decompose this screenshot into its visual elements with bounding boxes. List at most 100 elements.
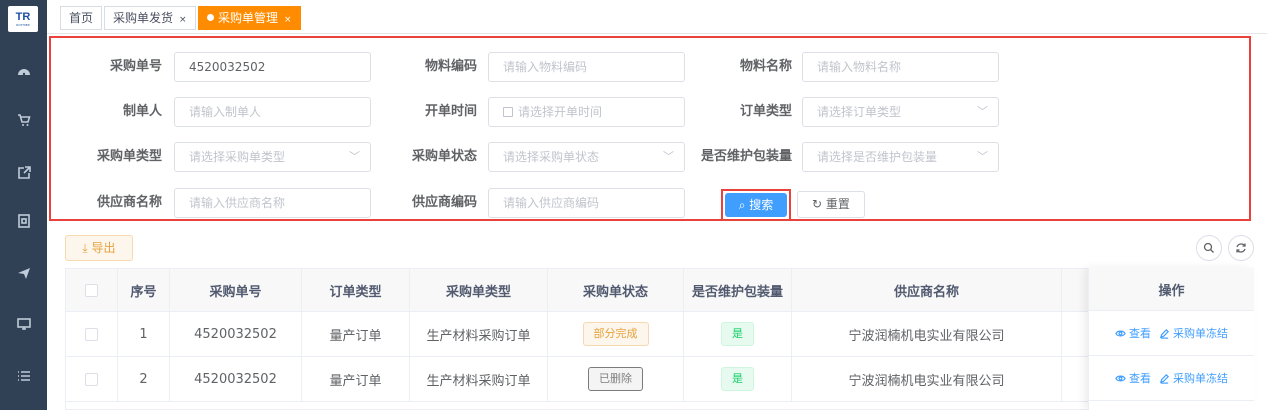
supplier-code-input[interactable]: 请输入供应商编码 <box>488 188 685 218</box>
maintain-badge: 是 <box>721 367 754 391</box>
col-po-no: 采购单号 <box>170 269 302 311</box>
reset-label: 重置 <box>825 197 850 211</box>
logo-text: TR <box>15 10 31 23</box>
po-status-label: 采购单状态 <box>411 149 477 164</box>
row-checkbox[interactable] <box>85 372 98 386</box>
search-button[interactable]: ⌕ 搜索 <box>725 193 787 217</box>
row-operations: 查看 采购单冻结 <box>1089 356 1254 401</box>
order-type-select[interactable]: 请选择订单类型 ﹀ <box>802 97 999 127</box>
cell-index: 1 <box>118 312 170 356</box>
row-operations: 查看 采购单冻结 <box>1089 311 1254 356</box>
cell-po-type: 生产材料采购订单 <box>410 312 548 356</box>
tab-po-management[interactable]: 采购单管理 × <box>198 6 301 30</box>
row-select-cell <box>66 357 118 401</box>
list-icon[interactable] <box>0 366 47 386</box>
view-link[interactable]: 查看 <box>1115 325 1151 341</box>
maintain-pack-placeholder: 请选择是否维护包装量 <box>817 150 938 164</box>
maintain-pack-label: 是否维护包装量 <box>700 149 792 164</box>
row-checkbox[interactable] <box>85 327 98 341</box>
cell-maintain: 是 <box>684 312 792 356</box>
cell-status: 部分完成 <box>548 312 684 356</box>
close-icon[interactable]: × <box>179 15 187 25</box>
col-po-type: 采购单类型 <box>410 269 548 311</box>
freeze-link[interactable]: 采购单冻结 <box>1159 325 1228 341</box>
tab-label: 采购单管理 <box>218 11 279 25</box>
open-time-placeholder: 请选择开单时间 <box>518 105 603 119</box>
po-type-placeholder: 请选择采购单类型 <box>189 150 286 164</box>
col-supplier-name: 供应商名称 <box>792 269 1062 311</box>
search-icon <box>1203 242 1214 253</box>
calendar-icon <box>503 106 513 117</box>
cell-po-no: 4520032502 <box>170 357 302 401</box>
logo-subtext: ROTHIER <box>16 22 30 27</box>
chevron-down-icon: ﹀ <box>977 105 988 118</box>
select-all-cell <box>66 269 118 311</box>
tab-bar: 首页 采购单发货 × 采购单管理 × <box>47 0 1267 34</box>
cell-supplier-name: 宁波润楠机电实业有限公司 <box>792 312 1062 356</box>
material-name-input[interactable]: 请输入物料名称 <box>802 52 999 82</box>
cell-order-type: 量产订单 <box>302 357 410 401</box>
tab-label: 首页 <box>69 11 94 25</box>
cell-status: 已删除 <box>548 357 684 401</box>
material-name-label: 物料名称 <box>739 59 792 74</box>
export-label: 导出 <box>91 241 116 255</box>
close-icon[interactable]: × <box>284 15 292 25</box>
supplier-name-label: 供应商名称 <box>96 195 162 210</box>
table-header: 序号 采购单号 订单类型 采购单类型 采购单状态 是否维护包装量 供应商名称 供… <box>66 269 1253 312</box>
select-all-checkbox[interactable] <box>85 283 98 297</box>
monitor-icon[interactable] <box>0 314 47 334</box>
eye-icon <box>1115 330 1126 336</box>
active-dot <box>207 14 214 21</box>
col-status: 采购单状态 <box>548 269 684 311</box>
col-operations: 操作 <box>1089 268 1254 311</box>
po-table: 序号 采购单号 订单类型 采购单类型 采购单状态 是否维护包装量 供应商名称 供… <box>65 268 1254 410</box>
po-type-label: 采购单类型 <box>96 149 162 164</box>
edit-icon <box>1159 373 1170 384</box>
search-label: 搜索 <box>749 198 774 212</box>
cell-po-no: 4520032502 <box>170 312 302 356</box>
download-icon: ⤓ <box>82 241 92 255</box>
view-label: 查看 <box>1129 327 1151 340</box>
status-badge: 已删除 <box>588 367 643 391</box>
table-row: 2 4520032502 量产订单 生产材料采购订单 已删除 是 宁波润楠机电实… <box>66 357 1253 402</box>
toggle-search-button[interactable] <box>1196 235 1222 261</box>
export-button[interactable]: ⤓ 导出 <box>65 235 133 261</box>
supplier-code-label: 供应商编码 <box>411 195 477 210</box>
tab-po-shipping[interactable]: 采购单发货 × <box>104 6 196 30</box>
eye-icon <box>1115 375 1126 381</box>
edit-icon <box>1159 328 1170 339</box>
freeze-label: 采购单冻结 <box>1173 327 1228 340</box>
operations-column: 操作 查看 采购单冻结 查看 采购单冻结 <box>1088 268 1254 410</box>
cell-index: 2 <box>118 357 170 401</box>
cell-po-type: 生产材料采购订单 <box>410 357 548 401</box>
freeze-label: 采购单冻结 <box>1173 372 1228 385</box>
row-select-cell <box>66 312 118 356</box>
search-icon: ⌕ <box>738 198 750 212</box>
material-code-label: 物料编码 <box>424 59 477 74</box>
reset-button[interactable]: ↻ 重置 <box>797 191 865 218</box>
freeze-link[interactable]: 采购单冻结 <box>1159 370 1228 386</box>
cell-order-type: 量产订单 <box>302 312 410 356</box>
col-order-type: 订单类型 <box>302 269 410 311</box>
view-link[interactable]: 查看 <box>1115 370 1151 386</box>
maintain-pack-select[interactable]: 请选择是否维护包装量 ﹀ <box>802 142 999 172</box>
send-icon[interactable] <box>0 263 47 283</box>
po-status-placeholder: 请选择采购单状态 <box>503 150 600 164</box>
order-type-placeholder: 请选择订单类型 <box>817 105 902 119</box>
table-row: 1 4520032502 量产订单 生产材料采购订单 部分完成 是 宁波润楠机电… <box>66 312 1253 357</box>
refresh-button[interactable] <box>1228 235 1254 261</box>
tab-label: 采购单发货 <box>113 11 174 25</box>
logo[interactable]: TR ROTHIER <box>8 6 38 32</box>
cell-supplier-name: 宁波润楠机电实业有限公司 <box>792 357 1062 401</box>
cell-maintain: 是 <box>684 357 792 401</box>
open-time-label: 开单时间 <box>424 104 477 119</box>
maintain-badge: 是 <box>721 322 754 346</box>
order-type-label: 订单类型 <box>739 104 792 119</box>
search-button-highlight: ⌕ 搜索 <box>721 189 791 221</box>
status-badge: 部分完成 <box>582 322 649 346</box>
creator-label: 制单人 <box>122 104 162 119</box>
col-maintain: 是否维护包装量 <box>684 269 792 311</box>
tab-home[interactable]: 首页 <box>60 6 103 30</box>
view-label: 查看 <box>1129 372 1151 385</box>
po-no-label: 采购单号 <box>109 59 162 74</box>
